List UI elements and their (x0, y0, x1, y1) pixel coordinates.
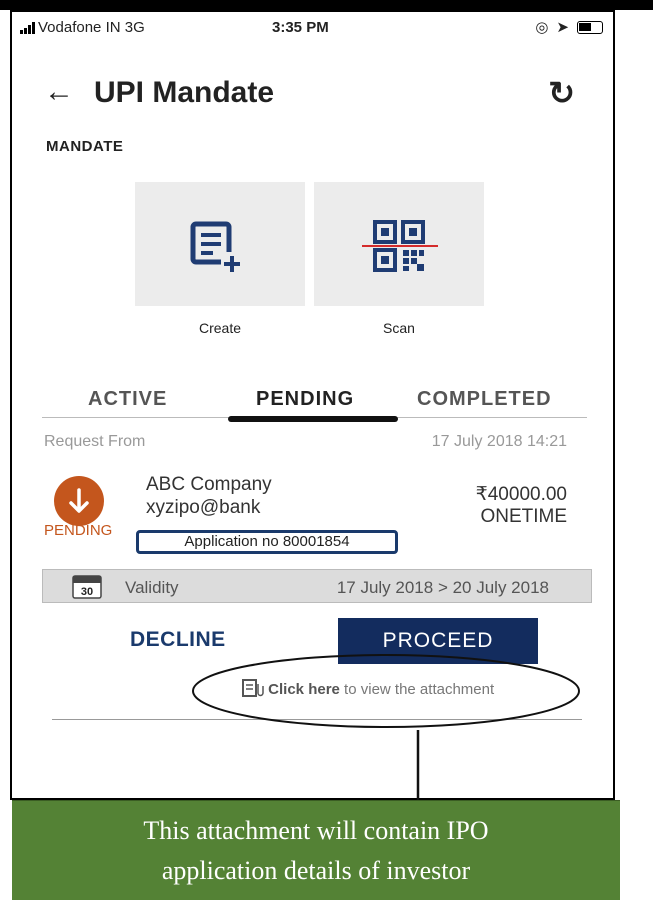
svg-text:30: 30 (81, 586, 93, 598)
scan-tile[interactable] (314, 182, 484, 306)
tab-completed[interactable]: COMPLETED (417, 388, 552, 411)
annotation-line-2: application details of investor (161, 856, 471, 885)
company-name: ABC Company (146, 474, 272, 495)
validity-range: 17 July 2018 > 20 July 2018 (336, 578, 549, 597)
request-from-label: Request From (44, 433, 146, 450)
pending-status-icon (54, 476, 104, 526)
signal-icon (20, 22, 35, 34)
create-document-icon (190, 221, 243, 274)
clock: 3:35 PM (272, 19, 329, 36)
validity-bar: 30 Validity 17 July 2018 > 20 July 2018 (42, 569, 592, 603)
annotation-line-1: This attachment will contain IPO (143, 816, 489, 845)
create-label: Create (198, 320, 242, 336)
mandate-amount: ₹40000.00 (475, 484, 567, 505)
validity-label: Validity (125, 578, 179, 597)
refresh-icon[interactable]: ↻ (548, 74, 575, 112)
status-bar: Vodafone IN 3G 3:35 PM ◎ ➤ (12, 12, 613, 44)
calendar-icon: 30 (72, 575, 102, 599)
battery-icon (577, 20, 603, 34)
create-tile[interactable] (135, 182, 305, 306)
scan-label: Scan (383, 320, 415, 336)
status-badge: PENDING (44, 522, 113, 539)
top-border (0, 0, 653, 10)
highlight-ellipse (192, 654, 580, 728)
tab-selected-indicator (228, 416, 398, 422)
annotation-callout: This attachment will contain IPO applica… (12, 800, 620, 900)
tab-active[interactable]: ACTIVE (88, 388, 167, 411)
qr-scan-icon (362, 220, 438, 272)
vpa-address: xyzipo@bank (146, 497, 261, 518)
location-icon: ➤ (556, 19, 569, 36)
decline-button[interactable]: DECLINE (130, 628, 226, 652)
request-date: 17 July 2018 14:21 (431, 433, 567, 450)
tab-pending[interactable]: PENDING (256, 388, 354, 411)
carrier-label: Vodafone IN 3G (38, 19, 145, 36)
back-arrow-icon[interactable]: ← (44, 77, 74, 107)
page-title: UPI Mandate (94, 76, 275, 109)
mandate-frequency: ONETIME (480, 506, 567, 527)
application-number: Application no 80001854 (136, 530, 398, 554)
section-title: MANDATE (46, 138, 124, 155)
rotation-lock-icon: ◎ (535, 19, 549, 36)
